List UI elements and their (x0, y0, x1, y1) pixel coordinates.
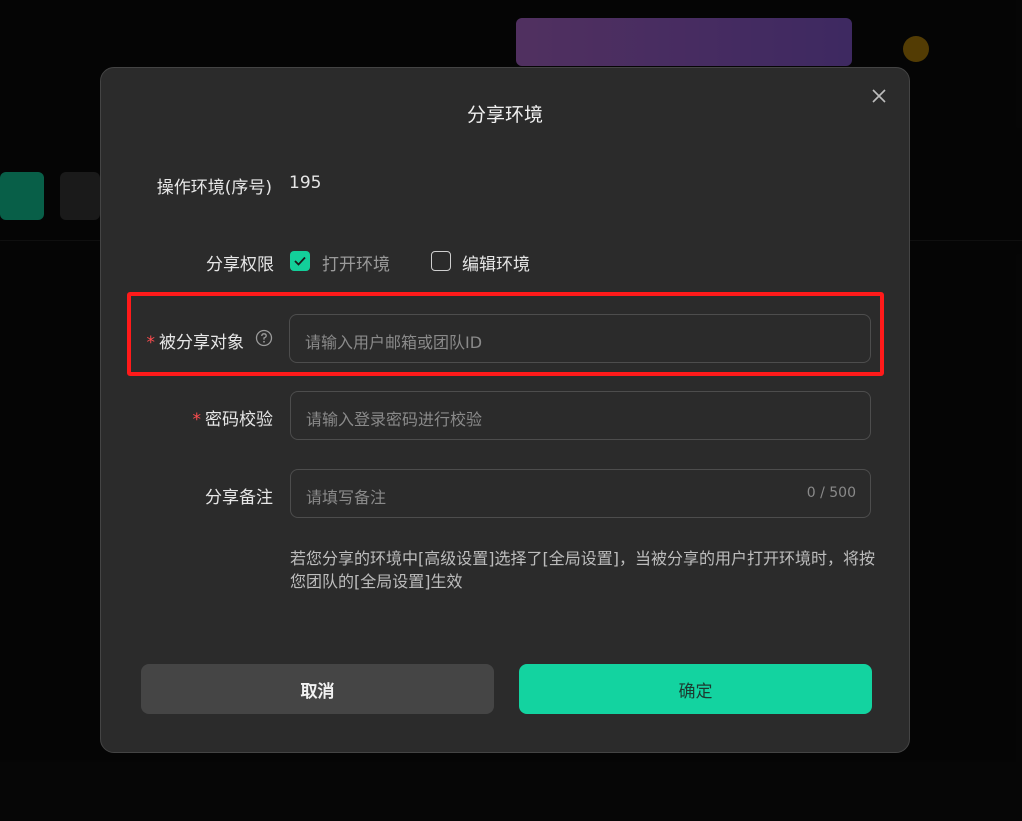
open-env-checkbox[interactable] (290, 251, 310, 271)
dialog-title: 分享环境 (466, 104, 543, 126)
env-label: 操作环境(序号) (156, 178, 272, 198)
target-label: * 被分享对象 (147, 328, 245, 353)
confirm-button[interactable]: 确定 (519, 664, 872, 714)
edit-env-checkbox[interactable] (431, 251, 451, 271)
cancel-button[interactable]: 取消 (141, 664, 494, 714)
password-label-text: 密码校验 (205, 410, 273, 430)
permission-label: 分享权限 (206, 255, 274, 275)
target-input[interactable]: 请输入用户邮箱或团队ID (289, 314, 871, 363)
edit-env-label[interactable]: 编辑环境 (462, 250, 530, 275)
target-label-text: 被分享对象 (159, 333, 244, 353)
remark-label: 分享备注 (205, 488, 273, 508)
share-note: 若您分享的环境中[高级设置]选择了[全局设置]，当被分享的用户打开环境时，将按您… (290, 549, 875, 591)
env-value: 195 (289, 173, 322, 193)
password-input[interactable]: 请输入登录密码进行校验 (290, 391, 871, 440)
required-mark: * (146, 333, 156, 353)
remark-input[interactable]: 请填写备注 0 / 500 (290, 469, 871, 518)
required-mark: * (192, 410, 202, 430)
check-icon (294, 256, 306, 266)
password-placeholder: 请输入登录密码进行校验 (306, 410, 483, 429)
close-icon[interactable] (869, 86, 889, 106)
question-circle-icon[interactable] (255, 329, 273, 347)
share-environment-dialog: 分享环境 操作环境(序号) 195 分享权限 打开环境 编辑环境 *被分享对象 (100, 67, 910, 753)
open-env-label[interactable]: 打开环境 (322, 250, 390, 275)
remark-counter: 0 / 500 (806, 485, 856, 501)
password-label: * 密码校验 (193, 405, 274, 430)
target-placeholder: 请输入用户邮箱或团队ID (305, 333, 483, 352)
remark-placeholder: 请填写备注 (306, 488, 387, 507)
